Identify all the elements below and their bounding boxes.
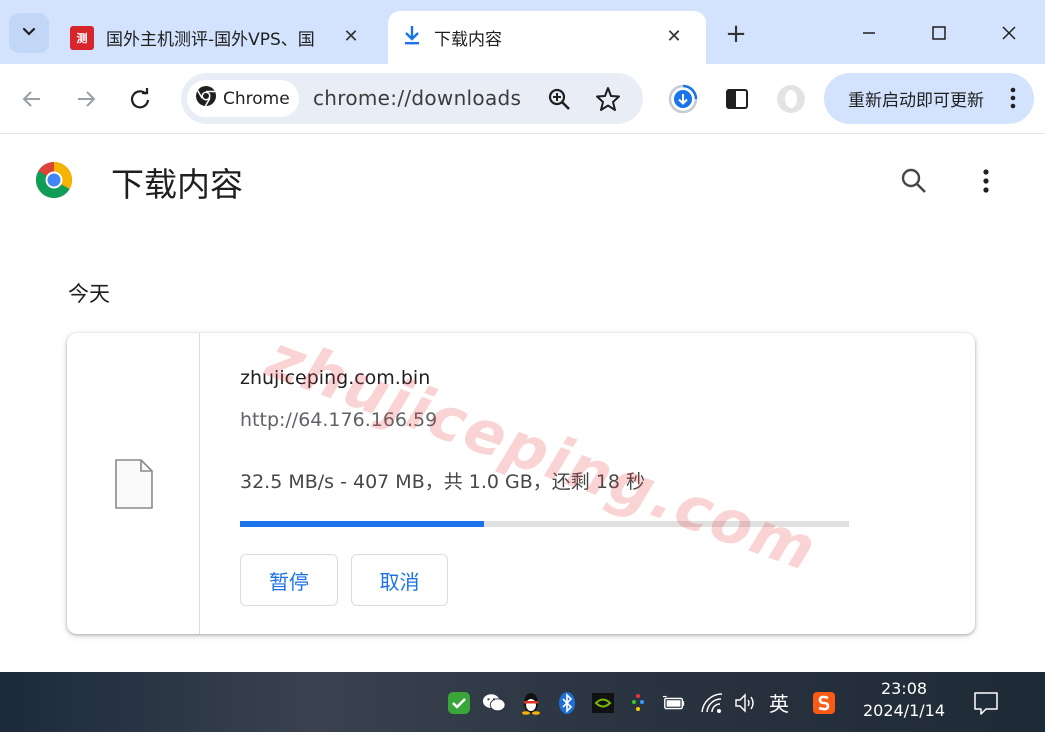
side-panel-icon[interactable]: [720, 82, 754, 116]
chrome-logo-icon: [195, 85, 217, 112]
pause-button[interactable]: 暂停: [240, 554, 338, 606]
chip-label: Chrome: [223, 88, 290, 109]
close-tab-icon[interactable]: ✕: [662, 24, 686, 48]
tab-title: 国外主机测评-国外VPS、国: [106, 30, 315, 50]
tab-zhujiceping[interactable]: 测 国外主机测评-国外VPS、国 ✕: [58, 11, 383, 64]
notification-center-icon[interactable]: [972, 690, 1000, 720]
windows-taskbar: 英 23:08 2024/1/14: [0, 672, 1045, 732]
url-text[interactable]: chrome://downloads: [313, 86, 521, 110]
address-bar[interactable]: Chrome chrome://downloads: [181, 73, 643, 124]
zoom-icon[interactable]: [545, 85, 573, 113]
update-label: 重新启动即可更新: [848, 91, 984, 111]
cancel-button[interactable]: 取消: [351, 554, 448, 606]
clock-date: 2024/1/14: [862, 701, 946, 720]
sogou-input-icon[interactable]: [812, 691, 836, 715]
chrome-security-chip[interactable]: Chrome: [187, 80, 299, 117]
wechat-icon[interactable]: [482, 691, 506, 715]
site-favicon-icon: 测: [70, 25, 94, 50]
download-filename[interactable]: zhujiceping.com.bin: [240, 367, 430, 389]
maximize-button[interactable]: [916, 16, 962, 50]
reload-button[interactable]: [122, 81, 158, 117]
profile-avatar-icon[interactable]: [774, 82, 808, 116]
page-title: 下载内容: [111, 165, 243, 204]
download-item-card: zhujiceping.com.bin http://64.176.166.59…: [67, 333, 975, 634]
browser-toolbar: Chrome chrome://downloads 重新启动即可更新: [0, 64, 1045, 134]
clock-time: 23:08: [880, 679, 928, 698]
volume-icon[interactable]: [734, 691, 758, 715]
tab-downloads[interactable]: 下载内容 ✕: [388, 11, 706, 64]
progress-fill: [240, 521, 484, 527]
download-source-url[interactable]: http://64.176.166.59: [240, 409, 437, 431]
date-section-label: 今天: [68, 282, 110, 306]
wifi-icon[interactable]: [700, 691, 724, 715]
tab-search-button[interactable]: [9, 13, 49, 53]
nvidia-icon[interactable]: [591, 691, 615, 715]
more-menu-icon[interactable]: [1010, 86, 1016, 115]
back-button[interactable]: [14, 81, 50, 117]
chevron-down-icon: [21, 23, 37, 43]
page-more-icon[interactable]: [972, 165, 1000, 197]
forward-button[interactable]: [68, 81, 104, 117]
qq-penguin-icon[interactable]: [519, 691, 543, 715]
security-shield-icon[interactable]: [447, 691, 471, 715]
download-status: 32.5 MB/s - 407 MB，共 1.0 GB，还剩 18 秒: [240, 471, 646, 493]
file-icon: [114, 458, 154, 514]
card-divider: [199, 333, 200, 634]
tab-strip: 测 国外主机测评-国外VPS、国 ✕ 下载内容 ✕ +: [0, 0, 1045, 64]
bookmark-star-icon[interactable]: [594, 85, 622, 113]
battery-plug-icon[interactable]: [662, 691, 686, 715]
new-tab-button[interactable]: +: [720, 18, 752, 50]
system-clock[interactable]: 23:08 2024/1/14: [858, 678, 950, 722]
download-progress-bar: [240, 521, 849, 527]
download-arrow-icon: [402, 24, 422, 51]
tab-title: 下载内容: [434, 30, 502, 50]
bluetooth-icon[interactable]: [555, 691, 579, 715]
search-downloads-icon[interactable]: [898, 165, 930, 197]
minimize-button[interactable]: [846, 16, 892, 50]
close-tab-icon[interactable]: ✕: [339, 24, 363, 48]
chrome-logo-icon: [35, 161, 73, 199]
close-window-button[interactable]: [986, 16, 1032, 50]
color-dots-icon[interactable]: [626, 691, 650, 715]
input-method-indicator[interactable]: 英: [769, 688, 789, 717]
relaunch-update-button[interactable]: 重新启动即可更新: [824, 73, 1034, 124]
downloads-indicator-icon[interactable]: [666, 82, 700, 116]
